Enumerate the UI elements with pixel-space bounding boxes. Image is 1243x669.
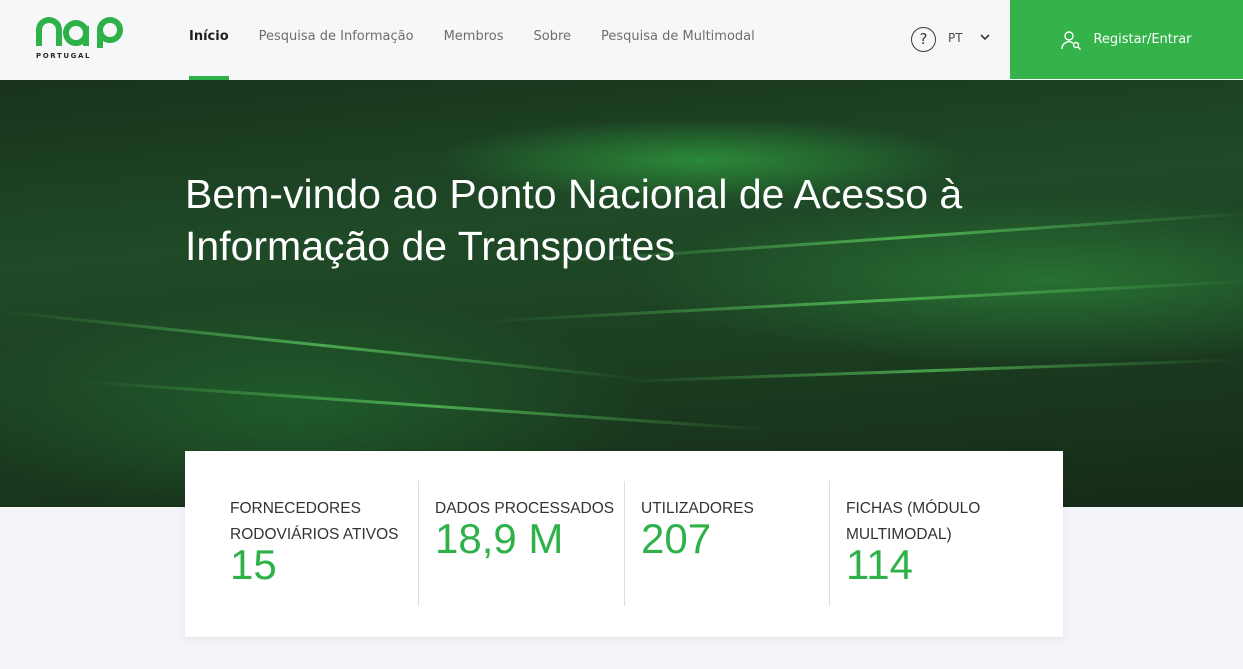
main-nav: Início Pesquisa de Informação Membros So… bbox=[189, 0, 785, 80]
stat-value: 15 bbox=[230, 541, 277, 588]
stats-panel: Fornecedores rodoviários ativos 15 Dados… bbox=[185, 451, 1063, 637]
top-header: PORTUGAL Início Pesquisa de Informação M… bbox=[0, 0, 1243, 80]
stat-value: 18,9 M bbox=[435, 515, 564, 562]
stat-dados-processados: Dados processados 18,9 M bbox=[418, 481, 624, 606]
light-streak bbox=[0, 310, 647, 381]
nav-item-pesquisa-multimodal[interactable]: Pesquisa de Multimodal bbox=[601, 0, 755, 80]
user-key-icon bbox=[1061, 30, 1082, 50]
nap-logo[interactable]: PORTUGAL bbox=[36, 16, 128, 62]
login-button[interactable]: Registar/Entrar bbox=[1010, 0, 1243, 79]
hero-banner: Bem-vindo ao Ponto Nacional de Acesso à … bbox=[0, 80, 1243, 507]
stat-value: 207 bbox=[641, 515, 712, 562]
stat-fornecedores: Fornecedores rodoviários ativos 15 bbox=[185, 481, 419, 606]
stat-label: Fichas (módulo multimodal) bbox=[846, 500, 981, 543]
nav-item-membros[interactable]: Membros bbox=[444, 0, 504, 80]
stat-fichas-multimodal: Fichas (módulo multimodal) 114 bbox=[829, 481, 1029, 606]
stat-utilizadores: Utilizadores 207 bbox=[624, 481, 830, 606]
light-streak bbox=[479, 279, 1243, 323]
nav-item-pesquisa-informacao[interactable]: Pesquisa de Informação bbox=[259, 0, 414, 80]
logo-mark bbox=[36, 17, 123, 48]
light-streak bbox=[619, 358, 1240, 383]
stat-value: 114 bbox=[846, 541, 913, 588]
login-label: Registar/Entrar bbox=[1093, 32, 1192, 47]
question-circle-icon[interactable]: ? bbox=[911, 27, 936, 52]
light-streak bbox=[79, 380, 779, 432]
language-selector[interactable]: PT bbox=[948, 31, 963, 45]
logo-subtitle: PORTUGAL bbox=[36, 52, 92, 60]
hero-title: Bem-vindo ao Ponto Nacional de Acesso à … bbox=[185, 171, 963, 269]
stat-label: Fornecedores rodoviários ativos bbox=[230, 500, 399, 543]
nav-item-sobre[interactable]: Sobre bbox=[534, 0, 572, 80]
chevron-down-icon[interactable] bbox=[980, 33, 990, 41]
nav-item-inicio[interactable]: Início bbox=[189, 0, 229, 80]
